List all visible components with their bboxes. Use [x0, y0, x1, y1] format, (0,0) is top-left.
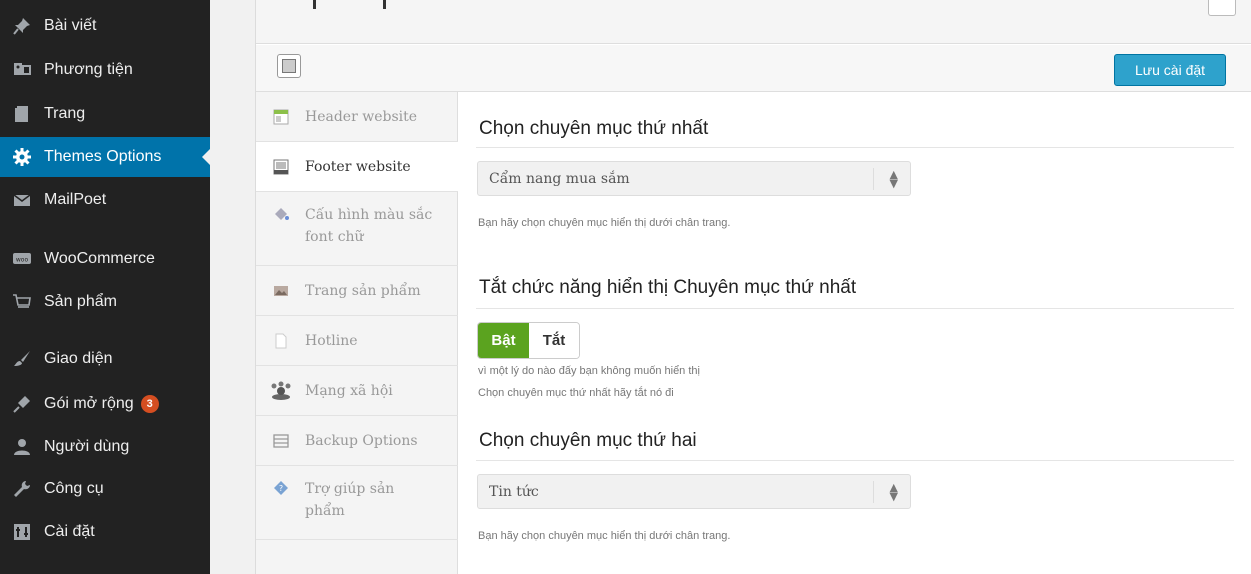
section-description: Bạn hãy chọn chuyên mục hiển thị dưới ch… — [478, 530, 731, 542]
section-divider — [476, 308, 1234, 309]
sidebar-item-label: WooCommerce — [44, 250, 155, 267]
update-count-badge: 3 — [140, 395, 159, 413]
options-tab-colors-fonts[interactable]: Cấu hình màu sắc font chữ — [256, 192, 458, 266]
header-icon — [273, 109, 289, 125]
options-tab-social[interactable]: Mạng xã hội — [256, 366, 458, 416]
sidebar-item-posts[interactable]: Bài viết — [0, 6, 210, 46]
sidebar-item-woocommerce[interactable]: woo WooCommerce — [0, 239, 210, 279]
cart-icon — [11, 291, 33, 313]
options-tab-label: Trang sản phẩm — [305, 282, 421, 299]
options-tab-label: Footer website — [305, 158, 411, 175]
sidebar-item-plugins[interactable]: Gói mở rộng 3 — [0, 384, 210, 424]
panel-header — [256, 0, 1251, 44]
user-icon — [11, 436, 33, 458]
options-tab-product-page[interactable]: Trang sản phẩm — [256, 266, 458, 316]
select-value: Cẩm nang mua sắm — [489, 170, 630, 187]
sidebar-item-label: Giao diện — [44, 350, 113, 367]
sidebar-item-label: Cài đặt — [44, 523, 95, 540]
header-mark — [313, 0, 316, 9]
section-description: Bạn hãy chọn chuyên mục hiển thị dưới ch… — [478, 217, 731, 229]
section-title: Tắt chức năng hiển thị Chuyên mục thứ nh… — [479, 277, 857, 298]
sidebar-item-label: Themes Options — [44, 148, 162, 165]
options-tab-label: Mạng xã hội — [305, 382, 393, 399]
backup-icon — [273, 433, 289, 449]
sidebar-item-label: Công cụ — [44, 480, 104, 497]
active-caret — [202, 149, 210, 165]
gear-icon — [11, 146, 33, 168]
options-tab-label: Header website — [305, 108, 418, 125]
sidebar-item-label: Người dùng — [44, 438, 130, 455]
options-tab-header[interactable]: Header website — [256, 92, 458, 142]
content-gutter — [210, 0, 255, 574]
header-mark — [383, 0, 386, 9]
sidebar-item-pages[interactable]: Trang — [0, 94, 210, 134]
options-content: Chọn chuyên mục thứ nhất Cẩm nang mua sắ… — [458, 92, 1251, 574]
options-menu: Header website Footer website Cấu hình m… — [256, 92, 459, 574]
envelope-icon — [11, 189, 33, 211]
sidebar-item-settings[interactable]: Cài đặt — [0, 512, 210, 552]
options-tab-label: Hotline — [305, 332, 358, 349]
select-arrows-icon: ▲ ▼ — [889, 481, 898, 503]
options-tab-hotline[interactable]: Hotline — [256, 316, 458, 366]
sidebar-item-label: Phương tiện — [44, 61, 133, 78]
document-icon — [273, 333, 289, 349]
sidebar-item-label: MailPoet — [44, 191, 107, 208]
options-tab-help[interactable]: ? Trợ giúp sản phẩm — [256, 466, 458, 540]
help-icon: ? — [273, 480, 289, 496]
toggle-switch[interactable]: Bật Tắt — [477, 322, 580, 359]
settings-icon — [11, 521, 33, 543]
sidebar-item-tools[interactable]: Công cụ — [0, 469, 210, 509]
select-arrows-icon: ▲ ▼ — [889, 168, 898, 190]
section-title: Chọn chuyên mục thứ nhất — [479, 118, 709, 139]
admin-sidebar: Bài viết Phương tiện Trang Themes Option… — [0, 0, 210, 574]
switch-on-option[interactable]: Bật — [478, 323, 529, 358]
brush-icon — [11, 348, 33, 370]
options-tab-backup[interactable]: Backup Options — [256, 416, 458, 466]
save-settings-button[interactable]: Lưu cài đặt — [1114, 54, 1226, 86]
sidebar-item-label: Bài viết — [44, 17, 97, 34]
woo-icon: woo — [11, 248, 33, 270]
footer-icon — [273, 159, 289, 175]
page-icon — [11, 103, 33, 125]
wrench-icon — [11, 478, 33, 500]
select-separator — [873, 481, 874, 503]
sidebar-item-products[interactable]: Sản phẩm — [0, 282, 210, 322]
section-divider — [476, 460, 1234, 461]
first-category-select[interactable]: Cẩm nang mua sắm ▲ ▼ — [477, 161, 911, 196]
options-tab-footer[interactable]: Footer website — [256, 142, 459, 192]
description-line: vì một lý do nào đấy bạn không muốn hiển… — [478, 365, 700, 377]
theme-options-panel: Lưu cài đặt Header website Footer websit… — [255, 0, 1251, 574]
section-description: vì một lý do nào đấy bạn không muốn hiển… — [478, 361, 878, 403]
paint-bucket-icon — [273, 206, 289, 222]
section-divider — [476, 147, 1234, 148]
sidebar-item-users[interactable]: Người dùng — [0, 427, 210, 467]
select-value: Tin tức — [489, 483, 539, 500]
sidebar-item-media[interactable]: Phương tiện — [0, 50, 210, 90]
header-corner-button[interactable] — [1208, 0, 1236, 16]
sidebar-item-themes-options[interactable]: Themes Options — [0, 137, 210, 177]
description-line: Chọn chuyên mục thứ nhất hãy tắt nó đi — [478, 387, 674, 399]
switch-off-option[interactable]: Tắt — [529, 323, 579, 358]
sidebar-item-appearance[interactable]: Giao diện — [0, 339, 210, 379]
sidebar-item-label: Sản phẩm — [44, 293, 117, 310]
plugin-icon — [11, 393, 33, 415]
options-toolbar: Lưu cài đặt — [256, 45, 1251, 92]
pin-icon — [11, 15, 33, 37]
options-tab-label: Trợ giúp sản phẩm — [305, 481, 395, 519]
second-category-select[interactable]: Tin tức ▲ ▼ — [477, 474, 911, 509]
layout-toggle-button[interactable] — [277, 54, 301, 78]
social-network-icon — [270, 381, 292, 400]
select-separator — [873, 168, 874, 190]
svg-text:woo: woo — [16, 257, 29, 264]
options-tab-label: Backup Options — [305, 432, 418, 449]
media-icon — [11, 59, 33, 81]
section-title: Chọn chuyên mục thứ hai — [479, 430, 697, 451]
svg-text:?: ? — [279, 484, 283, 493]
sidebar-item-mailpoet[interactable]: MailPoet — [0, 180, 210, 220]
options-tab-label: Cấu hình màu sắc font chữ — [305, 207, 433, 245]
sidebar-item-label: Trang — [44, 105, 86, 122]
window-icon — [282, 59, 296, 73]
product-image-icon — [273, 283, 289, 299]
sidebar-item-label: Gói mở rộng — [44, 395, 134, 412]
